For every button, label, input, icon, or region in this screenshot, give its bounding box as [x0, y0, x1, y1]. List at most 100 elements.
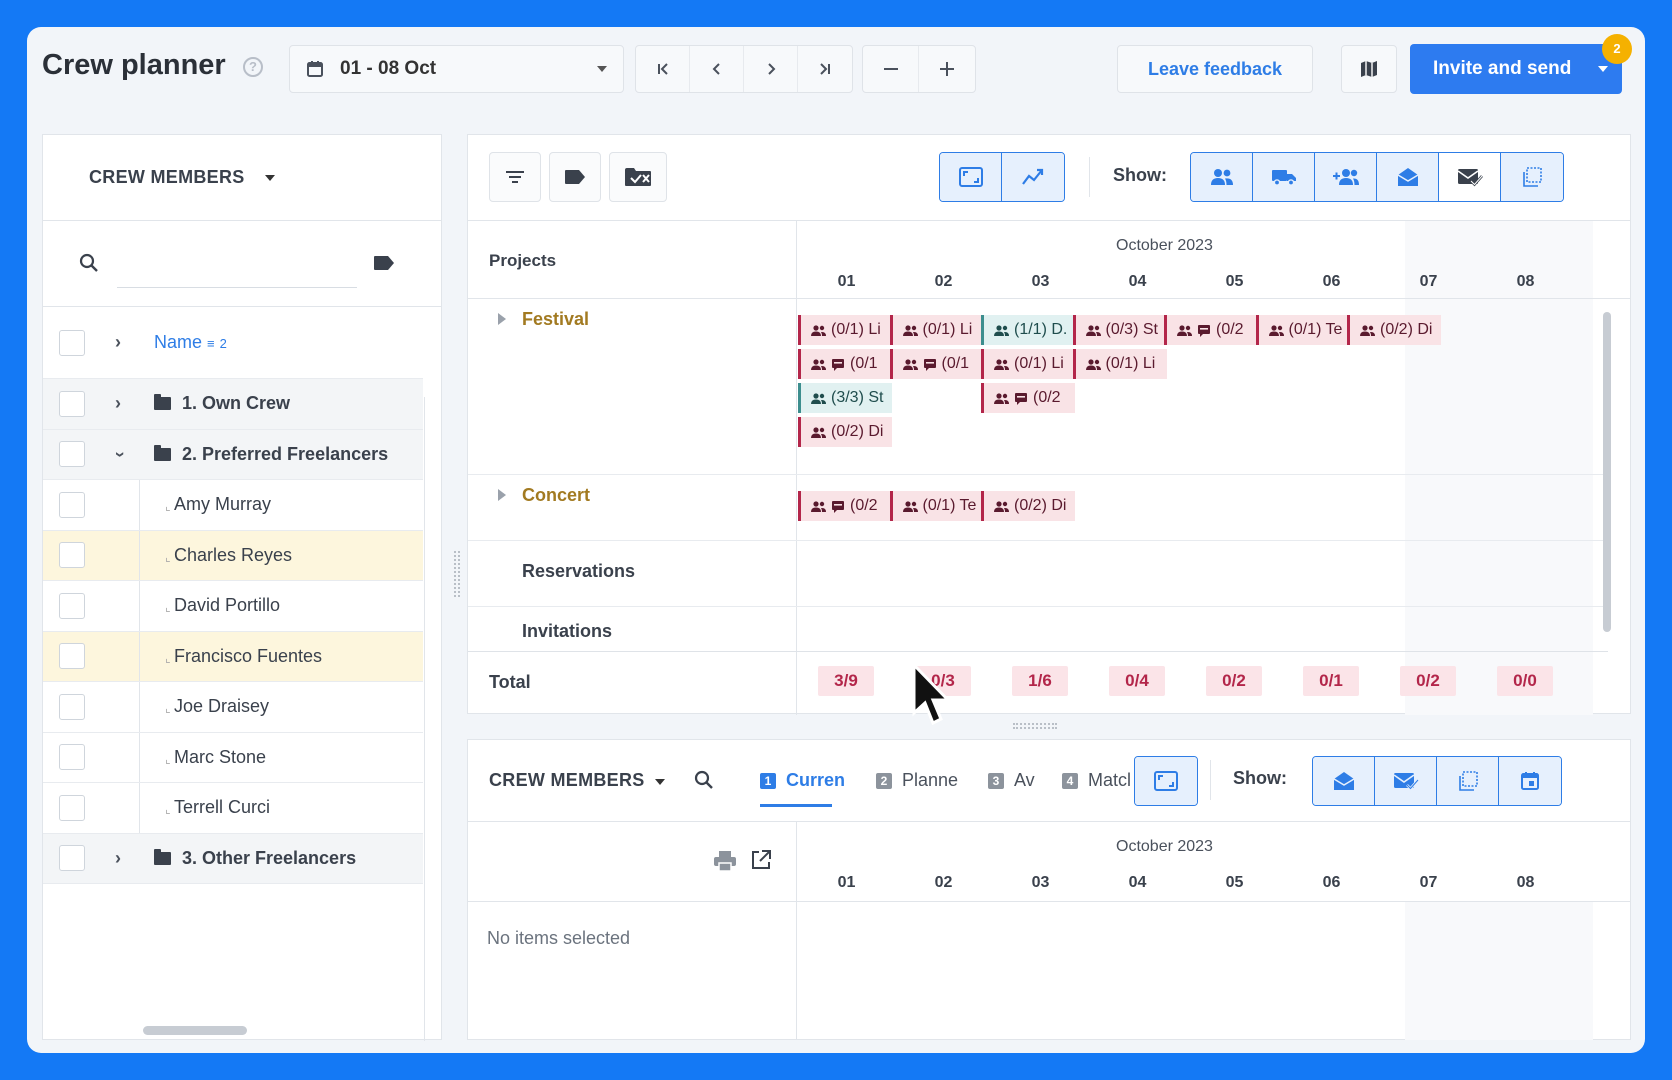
member-checkbox[interactable]: [59, 491, 85, 518]
chevron-right-icon[interactable]: ›: [115, 848, 121, 869]
show-messages-toggle[interactable]: [1313, 757, 1375, 805]
tab-matching[interactable]: 4 Matcl: [1062, 770, 1132, 791]
assignment-chip[interactable]: (0/1) Li: [889, 315, 984, 345]
expand-icon[interactable]: [498, 313, 506, 325]
assignment-chip[interactable]: (0/2) Di: [798, 417, 892, 447]
member-checkbox[interactable]: [59, 744, 85, 771]
expand-icon[interactable]: [498, 489, 506, 501]
group-row[interactable]: › 2. Preferred Freelancers: [43, 429, 423, 480]
people-icon: [1360, 324, 1375, 336]
chip-label: (3/3) St: [831, 389, 884, 406]
show-messages-toggle[interactable]: [1377, 153, 1439, 201]
show-confirmed-toggle[interactable]: [1375, 757, 1437, 805]
name-column-header[interactable]: Name ≡ 2: [154, 332, 227, 353]
first-page-icon: [657, 63, 668, 75]
show-vehicles-toggle[interactable]: [1253, 153, 1315, 201]
project-name[interactable]: Concert: [522, 485, 590, 506]
tab-number: 2: [876, 772, 892, 789]
group-checkbox[interactable]: [59, 390, 85, 417]
tab-available[interactable]: 3 Av: [988, 770, 1044, 791]
list-item[interactable]: ⌞ David Portillo: [43, 581, 423, 632]
show-crew-toggle[interactable]: [1191, 153, 1253, 201]
search-input[interactable]: [117, 287, 357, 288]
zoom-out-button[interactable]: [863, 46, 919, 92]
member-checkbox[interactable]: [59, 693, 85, 720]
group-checkbox[interactable]: [59, 845, 85, 872]
crew-members-dropdown[interactable]: CREW MEMBERS: [43, 135, 441, 221]
assignment-chip[interactable]: (0/2) Di: [981, 491, 1075, 521]
group-row[interactable]: › 1. Own Crew: [43, 379, 423, 430]
show-calendar-toggle[interactable]: [1499, 757, 1561, 805]
leave-feedback-button[interactable]: Leave feedback: [1117, 45, 1313, 93]
invite-and-send-button[interactable]: Invite and send: [1410, 44, 1622, 94]
show-add-crew-toggle[interactable]: [1315, 153, 1377, 201]
chevron-down-icon[interactable]: [1598, 66, 1608, 72]
tag-icon[interactable]: [373, 255, 395, 271]
assignment-chip[interactable]: (1/1) D.: [981, 315, 1075, 345]
list-item[interactable]: ⌞ Joe Draisey: [43, 682, 423, 733]
tag-button[interactable]: [549, 152, 601, 202]
previous-button[interactable]: [690, 46, 744, 92]
assignment-chip[interactable]: (0/1) Te: [889, 491, 984, 521]
assignment-chip[interactable]: (0/1: [889, 349, 984, 379]
assignment-chip[interactable]: (0/2: [981, 383, 1075, 413]
filter-button[interactable]: [489, 152, 541, 202]
list-item[interactable]: ⌞ Marc Stone: [43, 732, 423, 783]
group-row[interactable]: › 3. Other Freelancers: [43, 833, 423, 884]
reservations-row: Reservations: [468, 541, 1608, 607]
list-item[interactable]: ⌞ Amy Murray: [43, 480, 423, 531]
date-range-selector[interactable]: 01 - 08 Oct: [289, 45, 624, 93]
assignment-chip[interactable]: (0/3) St: [1072, 315, 1167, 345]
assignment-chip[interactable]: (0/2: [798, 491, 892, 521]
fit-view-button[interactable]: [1135, 757, 1197, 805]
assignment-chip[interactable]: (0/1) Li: [798, 315, 892, 345]
horizontal-scrollbar[interactable]: [143, 1026, 247, 1035]
crew-members-dropdown[interactable]: CREW MEMBERS: [489, 770, 645, 791]
assignment-chip[interactable]: (0/1: [798, 349, 892, 379]
panel-resize-handle[interactable]: [454, 551, 460, 597]
show-copies-toggle[interactable]: [1501, 153, 1563, 201]
list-item[interactable]: ⌞ Francisco Fuentes: [43, 631, 423, 682]
chevron-down-icon[interactable]: ›: [110, 451, 131, 457]
list-item[interactable]: ⌞ Charles Reyes: [43, 530, 423, 581]
map-button[interactable]: [1341, 45, 1397, 93]
member-checkbox[interactable]: [59, 643, 85, 670]
assignment-chip[interactable]: (0/2) Di: [1347, 315, 1441, 345]
people-icon: [1210, 169, 1233, 185]
member-checkbox[interactable]: [59, 542, 85, 569]
group-checkbox[interactable]: [59, 441, 85, 468]
assignment-chip[interactable]: (3/3) St: [798, 383, 892, 413]
trend-view-button[interactable]: [1002, 153, 1064, 201]
expand-all-icon[interactable]: ›: [115, 332, 121, 353]
invitations-label: Invitations: [522, 621, 613, 641]
vertical-scrollbar[interactable]: [1603, 312, 1611, 632]
tab-current[interactable]: 1 Curren: [760, 770, 852, 791]
panel-resize-handle[interactable]: [1013, 723, 1057, 729]
print-icon[interactable]: [713, 850, 737, 872]
show-copies-toggle[interactable]: [1437, 757, 1499, 805]
zoom-in-button[interactable]: [919, 46, 975, 92]
sort-icon: ≡: [207, 336, 215, 351]
help-icon[interactable]: ?: [243, 57, 263, 77]
next-button[interactable]: [744, 46, 798, 92]
search-icon[interactable]: [694, 770, 714, 790]
member-checkbox[interactable]: [59, 592, 85, 619]
project-name[interactable]: Festival: [522, 309, 589, 330]
last-page-button[interactable]: [798, 46, 852, 92]
member-checkbox[interactable]: [59, 794, 85, 821]
assignment-chip[interactable]: (0/1) Te: [1255, 315, 1350, 345]
folder-check-button[interactable]: [609, 152, 667, 202]
assignment-chip[interactable]: (0/1) Li: [1072, 349, 1167, 379]
fit-view-button[interactable]: [940, 153, 1002, 201]
chevron-down-icon[interactable]: [655, 779, 665, 785]
tab-planned[interactable]: 2 Planne: [876, 770, 970, 791]
chevron-right-icon[interactable]: ›: [115, 393, 121, 414]
show-confirmed-toggle[interactable]: [1439, 153, 1501, 201]
day-label: 08: [1516, 273, 1535, 290]
external-link-icon[interactable]: [750, 849, 772, 871]
list-item[interactable]: ⌞ Terrell Curci: [43, 783, 423, 834]
select-all-checkbox[interactable]: [59, 329, 85, 356]
assignment-chip[interactable]: (0/2: [1164, 315, 1258, 345]
assignment-chip[interactable]: (0/1) Li: [981, 349, 1075, 379]
first-page-button[interactable]: [636, 46, 690, 92]
